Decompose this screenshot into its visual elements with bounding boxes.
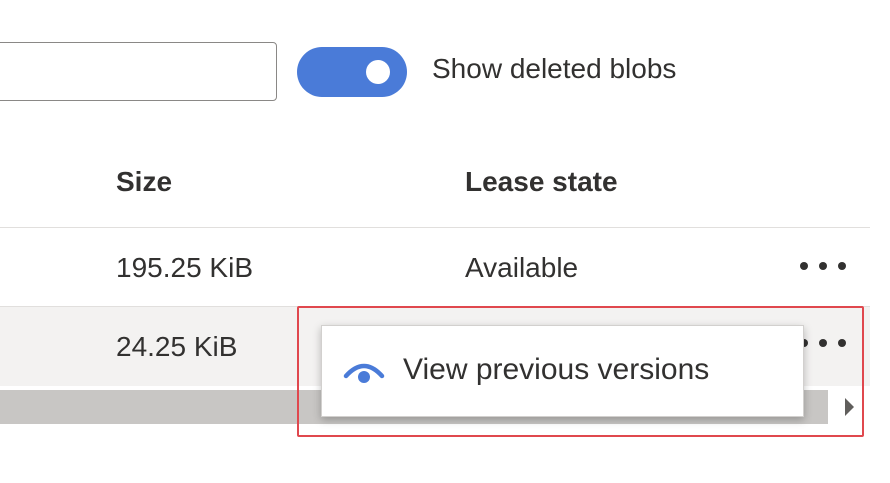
search-input[interactable] [0,42,277,101]
column-header-lease-state[interactable]: Lease state [465,166,618,198]
show-deleted-label: Show deleted blobs [432,53,677,84]
cell-size: 195.25 KiB [116,252,253,283]
more-icon [800,262,808,270]
more-icon [838,262,846,270]
cell-lease-state: Available [465,252,579,283]
more-icon [819,262,827,270]
column-header-size[interactable]: Size [116,166,172,198]
table-row[interactable]: 195.25 KiB Available [0,228,870,306]
highlight-box [297,306,864,437]
cell-size: 24.25 KiB [116,331,238,362]
more-options-button[interactable] [800,256,846,276]
show-deleted-toggle[interactable] [297,47,407,97]
toggle-knob [366,60,390,84]
